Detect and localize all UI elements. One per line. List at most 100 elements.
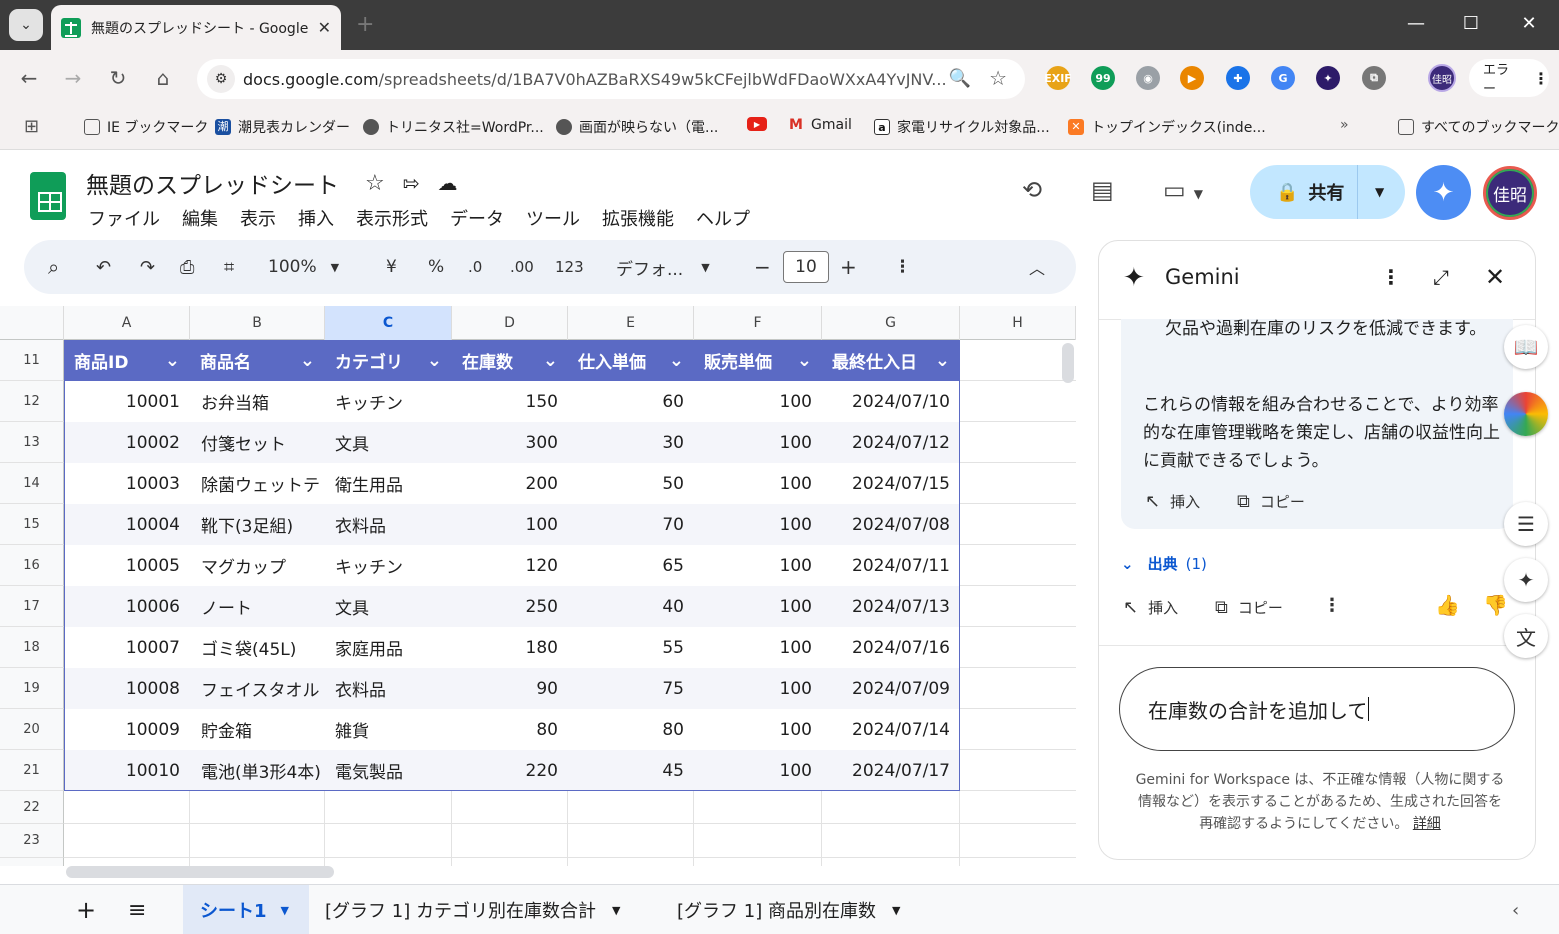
close-tab-icon[interactable]: ✕ — [318, 18, 331, 37]
bookmark-item[interactable]: ▶ — [747, 117, 774, 131]
number-format-button[interactable]: 123 — [555, 240, 584, 294]
spreadsheet-grid[interactable]: ABCDEFGH 11 商品ID ⌄ 商品名 ⌄ カテゴリ ⌄ 在庫数 ⌄ 仕入単価 ⌄ 販売単価 ⌄ 最… — [0, 306, 1076, 866]
sources-toggle[interactable]: ⌄ 出典 (1) — [1121, 553, 1207, 574]
row-header[interactable]: 24 — [0, 858, 64, 866]
menu-item[interactable]: ファイル — [88, 205, 160, 231]
filter-chevron-icon[interactable]: ⌄ — [427, 350, 442, 371]
table-cell[interactable]: ゴミ袋(45L) — [190, 627, 325, 668]
puzzle-blue-icon[interactable]: ✚ — [1226, 66, 1250, 90]
font-size-input[interactable]: 10 — [783, 251, 829, 283]
table-cell[interactable]: 2024/07/09 — [822, 668, 960, 709]
table-cell[interactable]: 75 — [568, 668, 694, 709]
column-header-g[interactable]: G — [822, 306, 960, 340]
row-header[interactable]: 22 — [0, 791, 64, 824]
font-select[interactable]: デフォ... ▼ — [616, 240, 710, 294]
table-header-cell[interactable]: 在庫数 ⌄ — [452, 340, 568, 381]
menu-item[interactable]: 編集 — [182, 205, 218, 231]
all-sheets-icon[interactable]: ≡ — [128, 885, 146, 934]
currency-format-button[interactable]: ¥ — [386, 240, 397, 294]
table-cell[interactable]: 55 — [568, 627, 694, 668]
empty-row[interactable] — [64, 824, 1076, 858]
bookmark-item[interactable]: IE ブックマーク — [84, 117, 208, 137]
tab-search-button[interactable]: ⌄ — [9, 9, 43, 41]
table-cell[interactable]: 2024/07/14 — [822, 709, 960, 750]
table-cell[interactable]: 300 — [452, 422, 568, 463]
browser-profile-avatar[interactable]: 佳昭 — [1428, 64, 1456, 92]
bookmark-item[interactable]: トリニタス社=WordPr... — [363, 117, 544, 137]
rss-icon[interactable]: ◉ — [1136, 66, 1160, 90]
bookmark-item[interactable]: 潮潮見表カレンダー — [215, 117, 350, 137]
collapse-menus-icon[interactable]: ︿ — [1029, 240, 1045, 294]
empty-row[interactable] — [64, 858, 1076, 866]
table-cell[interactable]: 100 — [694, 668, 822, 709]
table-cell[interactable]: 付箋セット — [190, 422, 325, 463]
row-header[interactable]: 14 — [0, 463, 64, 504]
table-header-cell[interactable]: 最終仕入日 ⌄ — [822, 340, 960, 381]
thumbs-down-icon[interactable]: 👎 — [1483, 593, 1508, 617]
copy-button[interactable]: ⧉ コピー — [1215, 597, 1283, 618]
decrease-decimal-button[interactable]: .0 — [468, 240, 482, 294]
meet-video-icon[interactable]: ▭ ▼ — [1163, 176, 1203, 204]
empty-row[interactable] — [64, 791, 1076, 824]
table-cell[interactable]: 電池(単3形4本) — [190, 750, 325, 791]
row-header[interactable]: 17 — [0, 586, 64, 627]
chevron-down-icon[interactable]: ▼ — [1375, 185, 1384, 199]
print-icon[interactable]: ⎙ — [180, 240, 194, 294]
table-cell[interactable]: 衛生用品 — [325, 463, 452, 504]
table-header-cell[interactable]: 商品ID ⌄ — [64, 340, 190, 381]
more-options-icon[interactable]: ⋮ — [894, 240, 911, 294]
browser-tab[interactable]: 無題のスプレッドシート - Google ス ✕ — [51, 5, 341, 50]
thumbs-up-icon[interactable]: 👍 — [1435, 593, 1460, 617]
table-cell[interactable]: 衣料品 — [325, 504, 452, 545]
table-cell[interactable]: 100 — [694, 750, 822, 791]
star-dark-icon[interactable]: ✦ — [1316, 66, 1340, 90]
document-title[interactable]: 無題のスプレッドシート ☆ ⇰ ☁ — [86, 166, 458, 200]
menu-item[interactable]: 挿入 — [298, 205, 334, 231]
table-cell[interactable]: 靴下(3足組) — [190, 504, 325, 545]
error-button[interactable]: エラー ⋮ — [1469, 59, 1549, 97]
table-cell[interactable]: 40 — [568, 586, 694, 627]
gemini-prompt-input[interactable]: 在庫数の合計を追加して — [1119, 667, 1515, 751]
table-cell[interactable]: お弁当箱 — [190, 381, 325, 422]
quote-icon[interactable]: 99 — [1091, 66, 1115, 90]
menu-item[interactable]: ツール — [526, 205, 580, 231]
more-bookmarks-icon[interactable]: » — [1340, 117, 1349, 133]
row-header[interactable]: 13 — [0, 422, 64, 463]
sheets-logo-icon[interactable] — [30, 172, 66, 220]
table-cell[interactable]: 家庭用品 — [325, 627, 452, 668]
column-header-e[interactable]: E — [568, 306, 694, 340]
table-cell[interactable]: 10009 — [64, 709, 190, 750]
column-header-d[interactable]: D — [452, 306, 568, 340]
filter-chevron-icon[interactable]: ⌄ — [669, 350, 684, 371]
filter-chevron-icon[interactable]: ⌄ — [165, 350, 180, 371]
table-cell[interactable]: 2024/07/10 — [822, 381, 960, 422]
filter-chevron-icon[interactable]: ⌄ — [543, 350, 558, 371]
table-cell[interactable]: 60 — [568, 381, 694, 422]
insert-button[interactable]: ↖ 挿入 — [1145, 491, 1200, 512]
table-cell[interactable]: 10004 — [64, 504, 190, 545]
vertical-scrollbar[interactable] — [1062, 343, 1074, 383]
font-size-increase-icon[interactable]: + — [840, 240, 857, 294]
sheet-tab[interactable]: [グラフ 1] カテゴリ別在庫数合計 ▼ — [325, 885, 620, 934]
table-cell[interactable]: 電気製品 — [325, 750, 452, 791]
table-cell[interactable]: 80 — [452, 709, 568, 750]
gemini-sparkle-button[interactable]: ✦ — [1416, 165, 1471, 220]
redo-icon[interactable]: ↷ — [140, 240, 155, 294]
row-header[interactable]: 16 — [0, 545, 64, 586]
table-cell[interactable]: 2024/07/11 — [822, 545, 960, 586]
table-cell[interactable]: 200 — [452, 463, 568, 504]
comments-icon[interactable]: ▤ — [1091, 176, 1114, 204]
table-cell[interactable]: マグカップ — [190, 545, 325, 586]
table-cell[interactable]: 10003 — [64, 463, 190, 504]
bookmark-item[interactable]: M Gmail — [788, 117, 852, 133]
column-header-a[interactable]: A — [64, 306, 190, 340]
apps-icon[interactable]: ⊞ — [24, 116, 39, 137]
table-cell[interactable]: 150 — [452, 381, 568, 422]
star-icon[interactable]: ☆ — [365, 171, 385, 196]
table-cell[interactable]: 2024/07/15 — [822, 463, 960, 504]
share-button[interactable]: 🔒 共有 ▼ — [1250, 165, 1405, 219]
bookmark-star-icon[interactable]: ☆ — [989, 66, 1007, 90]
row-header[interactable]: 11 — [0, 340, 64, 381]
play-icon[interactable]: ▶ — [1180, 66, 1204, 90]
filter-chevron-icon[interactable]: ⌄ — [300, 350, 315, 371]
